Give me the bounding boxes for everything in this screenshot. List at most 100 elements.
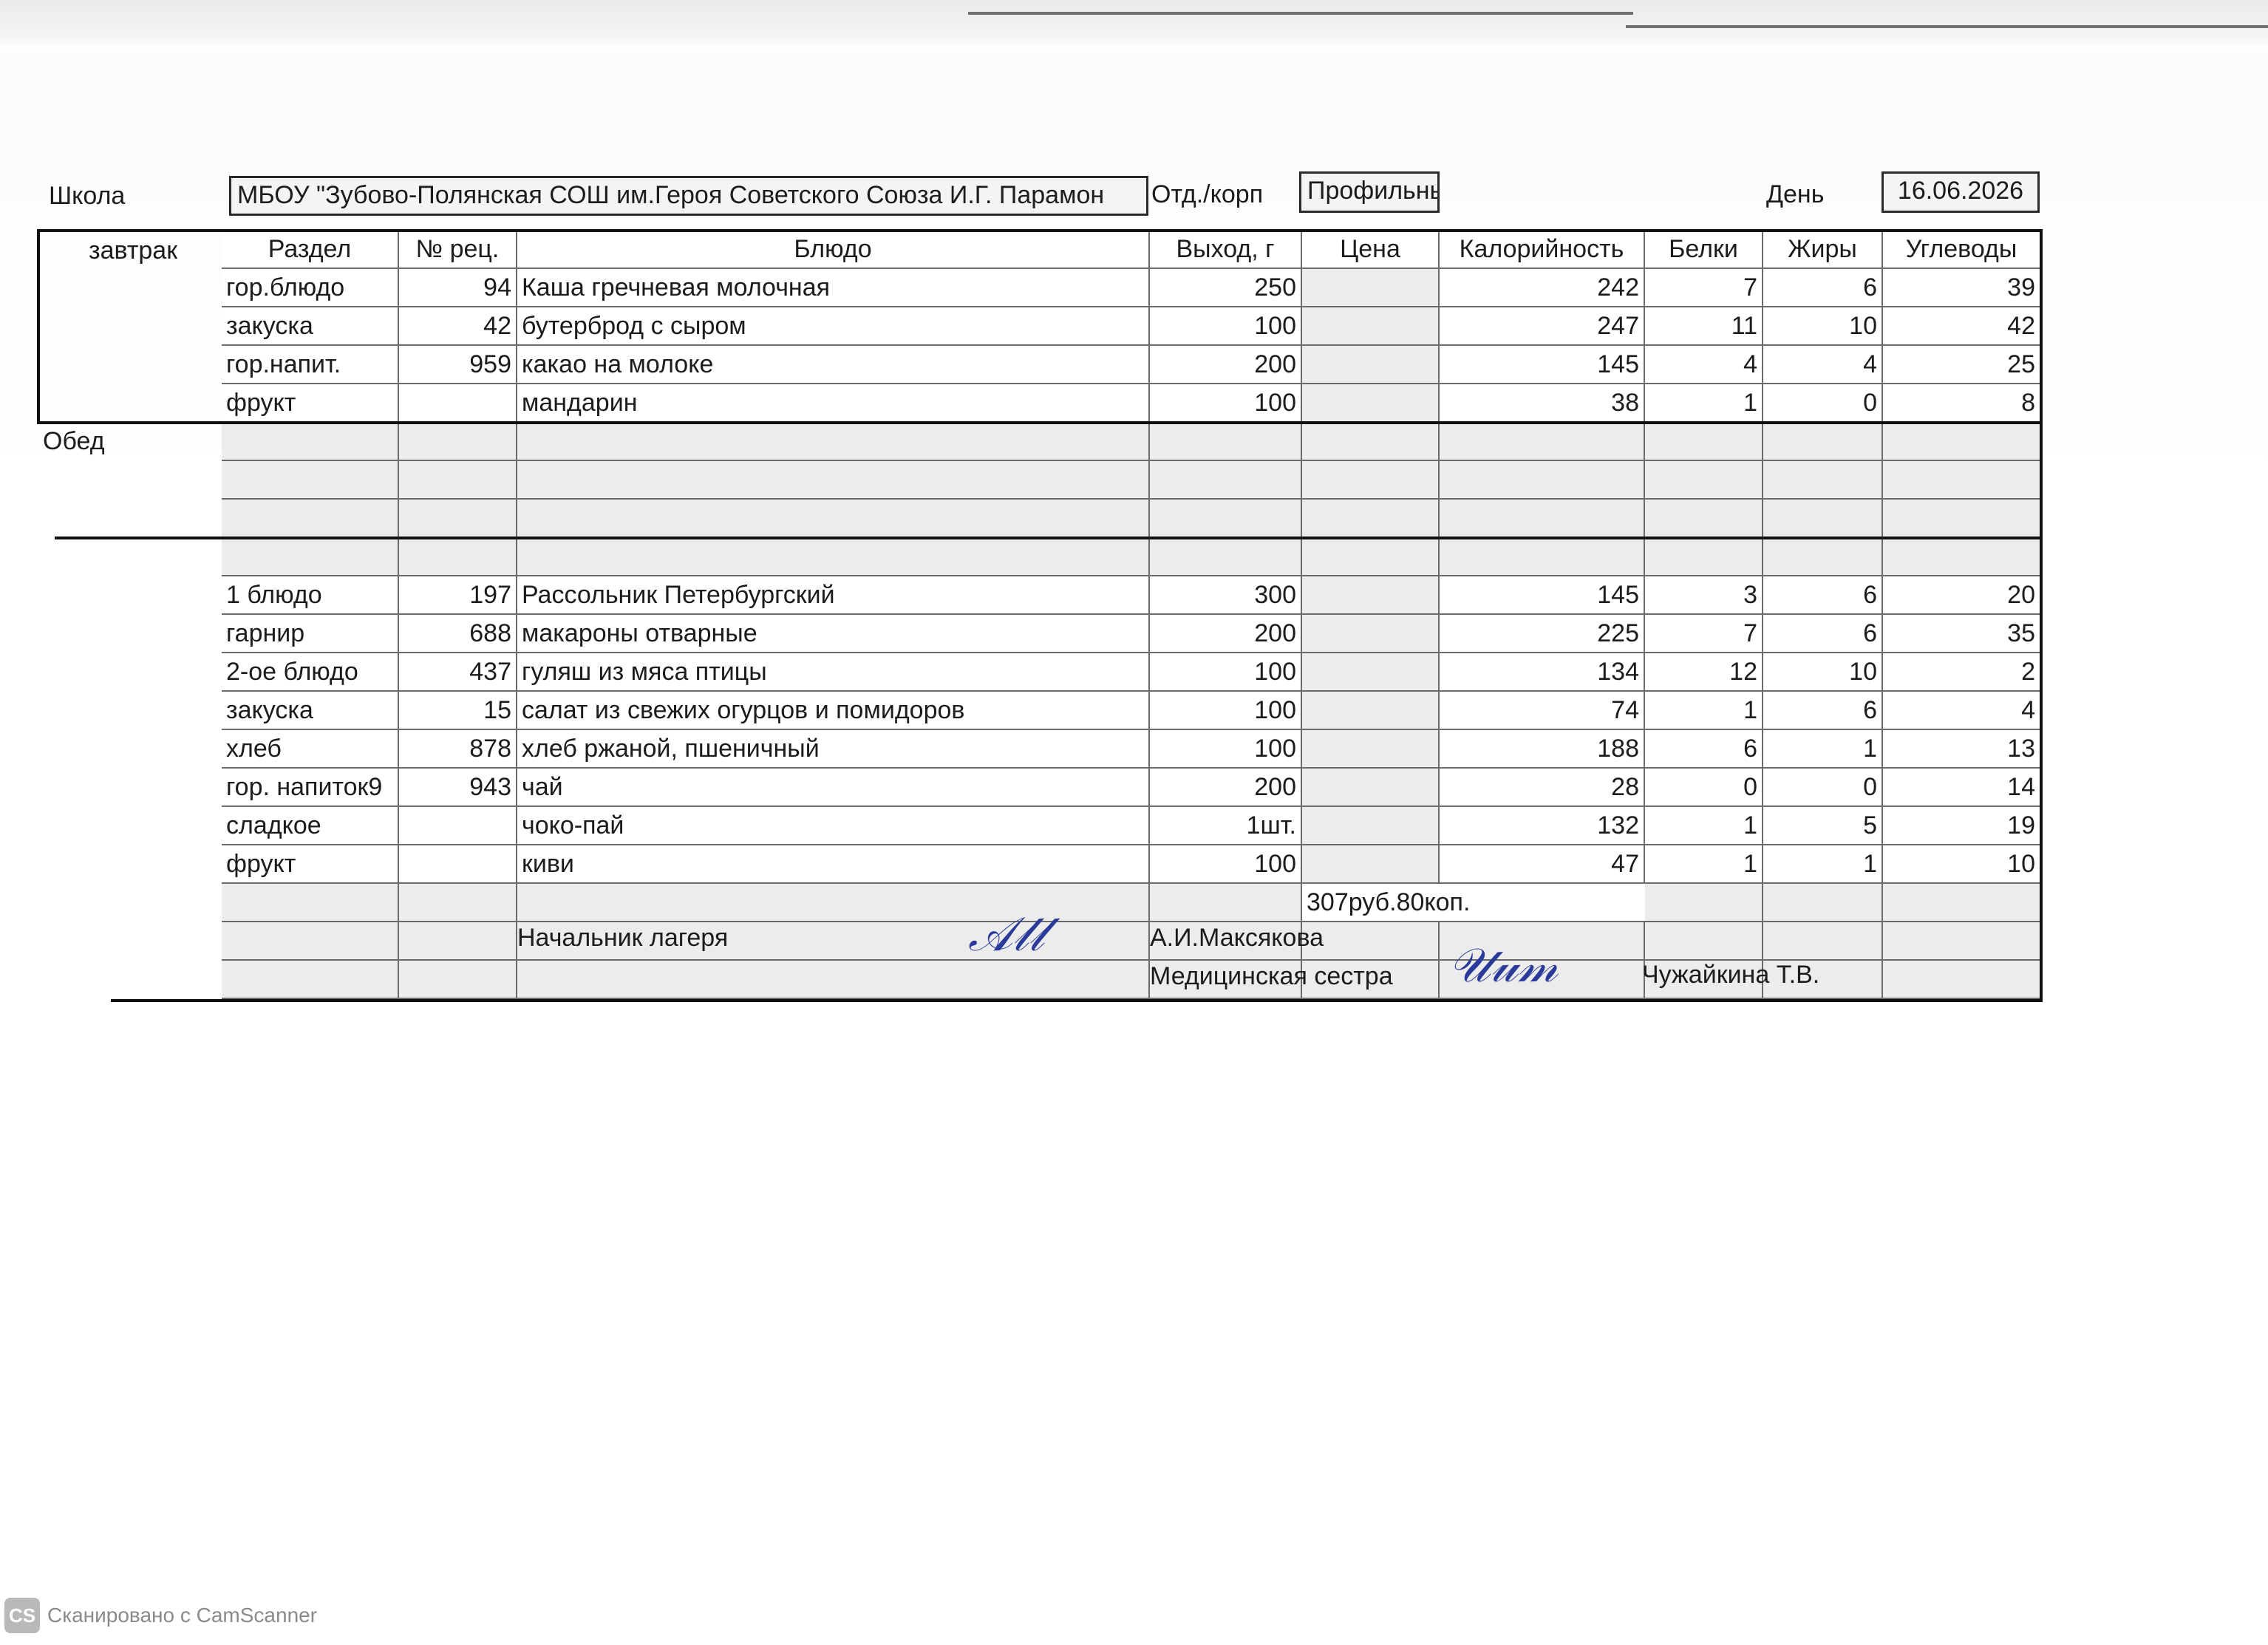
table-cell: 100	[1150, 653, 1302, 692]
column-header: Цена	[1302, 231, 1440, 269]
table-cell: 10	[1883, 845, 2041, 884]
table-cell: 688	[399, 615, 517, 653]
table-cell: 0	[1763, 769, 1883, 807]
table-cell: 100	[1150, 307, 1302, 346]
table-cell: 300	[1150, 576, 1302, 615]
table-cell: 38	[1440, 384, 1645, 423]
top-rule	[968, 12, 1633, 15]
table-cell	[1302, 615, 1440, 653]
school-name-field: МБОУ "Зубово-Полянская СОШ им.Героя Сове…	[229, 176, 1148, 216]
table-cell: 25	[1883, 346, 2041, 384]
table-cell	[399, 845, 517, 884]
table-cell: 943	[399, 769, 517, 807]
signature-row-cell	[222, 922, 399, 961]
column-header: № рец.	[399, 231, 517, 269]
table-cell: бутерброд с сыром	[517, 307, 1150, 346]
camscanner-logo-icon: CS	[4, 1598, 40, 1633]
column-header: Жиры	[1763, 231, 1883, 269]
empty-cell	[1763, 461, 1883, 500]
table-cell: киви	[517, 845, 1150, 884]
empty-cell	[1883, 423, 2041, 461]
table-cell: гуляш из мяса птицы	[517, 653, 1150, 692]
lunch-label: Обед	[43, 427, 105, 455]
table-cell: 14	[1883, 769, 2041, 807]
table-cell: 1	[1645, 845, 1763, 884]
empty-cell	[1763, 500, 1883, 538]
table-cell: 145	[1440, 346, 1645, 384]
table-cell: закуска	[222, 307, 399, 346]
column-header: Блюдо	[517, 231, 1150, 269]
table-cell: 437	[399, 653, 517, 692]
column-header: Калорийность	[1440, 231, 1645, 269]
nurse-signature: 𝒰𝓊𝓂	[1448, 939, 1559, 993]
table-cell: фрукт	[222, 384, 399, 423]
table-cell: гор.напит.	[222, 346, 399, 384]
empty-cell	[1883, 461, 2041, 500]
table-cell: 6	[1645, 730, 1763, 769]
empty-cell	[517, 461, 1150, 500]
table-cell: 94	[399, 269, 517, 307]
table-cell: 132	[1440, 807, 1645, 845]
empty-cell	[1763, 423, 1883, 461]
empty-cell	[222, 461, 399, 500]
table-cell: фрукт	[222, 845, 399, 884]
column-header: Углеводы	[1883, 231, 2041, 269]
empty-cell	[222, 538, 399, 576]
empty-cell	[1302, 500, 1440, 538]
table-cell: 200	[1150, 615, 1302, 653]
table-cell: 6	[1763, 615, 1883, 653]
table-cell: гарнир	[222, 615, 399, 653]
dept-field: Профильный	[1299, 171, 1440, 213]
table-cell: 7	[1645, 269, 1763, 307]
table-cell: чай	[517, 769, 1150, 807]
table-cell	[1302, 307, 1440, 346]
table-cell: мандарин	[517, 384, 1150, 423]
table-cell	[1302, 807, 1440, 845]
nurse-label: Медицинская сестра	[1150, 962, 1393, 990]
table-cell: 200	[1150, 346, 1302, 384]
table-cell: 28	[1440, 769, 1645, 807]
empty-cell	[1440, 423, 1645, 461]
column-header: Выход, г	[1150, 231, 1302, 269]
empty-cell	[1150, 461, 1302, 500]
table-cell: 6	[1763, 269, 1883, 307]
table-border	[37, 229, 2041, 232]
empty-cell	[1883, 500, 2041, 538]
table-cell: 12	[1645, 653, 1763, 692]
empty-cell	[1150, 884, 1302, 922]
empty-cell	[1883, 538, 2041, 576]
empty-cell	[517, 884, 1150, 922]
table-cell: 1	[1763, 730, 1883, 769]
table-cell: 4	[1645, 346, 1763, 384]
table-cell	[1302, 730, 1440, 769]
table-cell: 0	[1645, 769, 1763, 807]
table-cell: 1	[1645, 384, 1763, 423]
camp-head-label: Начальник лагеря	[517, 924, 729, 952]
empty-cell	[1645, 538, 1763, 576]
empty-cell	[399, 538, 517, 576]
table-cell: гор.блюдо	[222, 269, 399, 307]
signature-row-cell	[517, 961, 1150, 999]
signature-row-cell	[1645, 922, 1763, 961]
table-cell: салат из свежих огурцов и помидоров	[517, 692, 1150, 730]
empty-cell	[1150, 538, 1302, 576]
empty-cell	[1645, 461, 1763, 500]
table-cell: 35	[1883, 615, 2041, 653]
table-cell: какао на молоке	[517, 346, 1150, 384]
table-border	[37, 421, 2041, 424]
empty-cell	[399, 461, 517, 500]
table-cell: хлеб	[222, 730, 399, 769]
empty-cell	[222, 500, 399, 538]
table-cell: Рассольник Петербургский	[517, 576, 1150, 615]
empty-cell	[1645, 884, 1763, 922]
table-cell: 11	[1645, 307, 1763, 346]
nurse-name: Чужайкина Т.В.	[1642, 961, 1820, 989]
table-cell	[1302, 845, 1440, 884]
table-cell: 2	[1883, 653, 2041, 692]
table-cell: чоко-пай	[517, 807, 1150, 845]
table-cell: 74	[1440, 692, 1645, 730]
empty-cell	[517, 538, 1150, 576]
table-cell: 2-ое блюдо	[222, 653, 399, 692]
table-border	[37, 229, 40, 423]
table-cell: 250	[1150, 269, 1302, 307]
